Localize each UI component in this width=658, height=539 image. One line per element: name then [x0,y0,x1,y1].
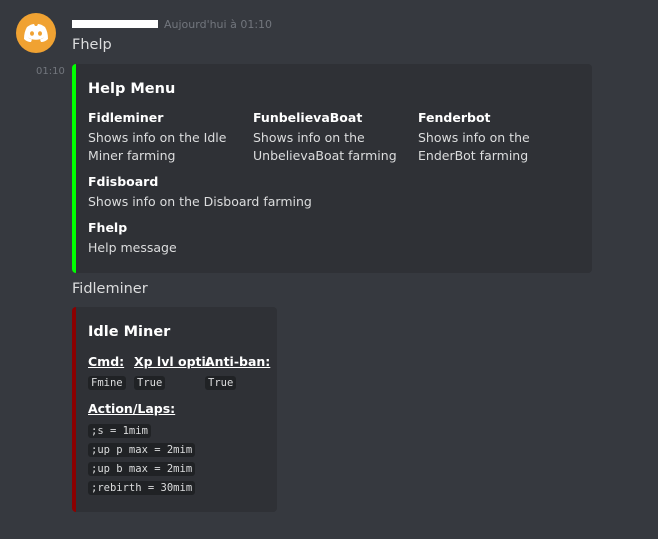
embed-title: Idle Miner [88,324,171,340]
field-value-line: Miner farming [88,148,176,163]
discord-logo-icon [24,24,48,42]
field-value: Shows info on the Disboard farming [88,194,312,209]
code-value: ;up b max = 2mim [88,462,196,476]
field-value-line: UnbelievaBoat farming [253,148,397,163]
field-anti-ban: Anti-ban: True [205,353,270,392]
field-value: Shows info on the UnbelievaBoat farming [253,129,413,165]
field-value-line: EnderBot farming [418,148,529,163]
field-name: Fdisboard [88,174,159,189]
field-value-line: Shows info on the Idle [88,130,227,145]
help-embed: Help Menu Fidleminer Shows info on the I… [72,64,592,273]
field-value: Shows info on the EnderBot farming [418,129,578,165]
field-fenderbot: Fenderbot Shows info on the EnderBot far… [418,109,578,165]
code-value: True [205,376,237,390]
field-fidleminer: Fidleminer Shows info on the Idle Miner … [88,109,248,165]
idle-miner-embed: Idle Miner Cmd: Fmine Xp lvl opti: True … [72,307,277,512]
field-cmd: Cmd: Fmine [88,353,126,392]
field-name: Fidleminer [88,110,164,125]
redaction-bar [72,20,158,28]
field-funbelievaboat: FunbelievaBoat Shows info on the Unbelie… [253,109,413,165]
message-header: Aujourd'hui à 01:10 [72,14,272,34]
code-line: ;up p max = 2mim [88,440,196,459]
field-value: Help message [88,240,177,255]
field-value: True [134,373,211,392]
side-timestamp: 01:10 [36,66,65,77]
field-value-line: Shows info on the [253,130,365,145]
code-value: ;s = 1mim [88,424,151,438]
embed-title: Help Menu [88,81,176,97]
code-value: True [134,376,166,390]
message-text-fidleminer: Fidleminer [72,281,148,297]
field-name: Fhelp [88,220,128,235]
field-name: Cmd: [88,354,125,369]
field-value-line: Shows info on the [418,130,530,145]
field-value: True [205,373,270,392]
username-redacted[interactable] [72,17,158,31]
code-value: ;rebirth = 30mim [88,481,196,495]
code-line: ;up b max = 2mim [88,459,196,478]
code-value: Fmine [88,376,126,390]
field-action-laps: Action/Laps: ;s = 1mim ;up p max = 2mim … [88,400,196,497]
field-name: FunbelievaBoat [253,110,363,125]
user-avatar[interactable] [16,13,56,53]
field-name: Action/Laps: [88,401,176,416]
field-name: Anti-ban: [205,354,271,369]
field-name: Fenderbot [418,110,491,125]
field-fhelp: Fhelp Help message [88,219,488,257]
message-timestamp: Aujourd'hui à 01:10 [164,17,273,31]
field-value: ;s = 1mim ;up p max = 2mim ;up b max = 2… [88,421,196,497]
field-name: Xp lvl opti: [134,354,211,369]
field-value: Shows info on the Idle Miner farming [88,129,248,165]
field-value: Fmine [88,373,126,392]
code-line: ;rebirth = 30mim [88,478,196,497]
field-xp-lvl-opti: Xp lvl opti: True [134,353,211,392]
field-fdisboard: Fdisboard Shows info on the Disboard far… [88,173,488,211]
chat-area: Aujourd'hui à 01:10 Fhelp 01:10 Help Men… [0,0,658,539]
code-value: ;up p max = 2mim [88,443,196,457]
message-text-fhelp: Fhelp [72,37,112,53]
code-line: ;s = 1mim [88,421,195,440]
